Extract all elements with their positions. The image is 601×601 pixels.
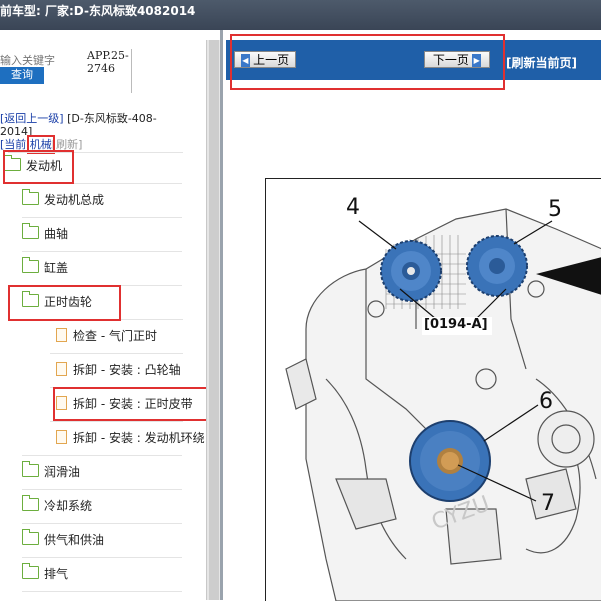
folder-icon	[22, 223, 39, 239]
sidebar-scrollbar[interactable]	[206, 40, 221, 600]
tree-item-label: 拆卸 - 安装 : 发动机环绕	[73, 431, 205, 445]
breadcrumb-year: 2014]	[0, 125, 33, 138]
engine-timing-diagram: 4 5 6 7 [0194-A] CYZU	[265, 178, 601, 601]
next-page-button[interactable]: 下一页 ▶	[424, 51, 490, 68]
tree-item-timing-gear[interactable]: 正时齿轮	[22, 285, 92, 319]
callout-6: 6	[539, 389, 553, 414]
tree-item-cooling[interactable]: 冷却系统	[22, 489, 92, 523]
folder-icon	[22, 529, 39, 545]
prev-page-button[interactable]: ◀ 上一页	[234, 51, 296, 68]
folder-icon	[22, 257, 39, 273]
tree-item-label: 缸盖	[44, 261, 69, 275]
tree-item-engine[interactable]: 发动机	[4, 149, 62, 183]
tree-item-timing-belt[interactable]: 拆卸 - 安装 : 正时皮带	[56, 387, 193, 421]
tree-item-engine-assembly[interactable]: 发动机总成	[22, 183, 104, 217]
window-title: 前车型: 厂家:D-东风标致4082014	[0, 4, 196, 18]
refresh-page-link[interactable]: [刷新当前页]	[506, 54, 577, 71]
callout-7: 7	[541, 491, 555, 516]
arrow-left-icon: ◀	[240, 54, 250, 68]
document-icon	[56, 396, 67, 410]
document-icon	[56, 362, 67, 376]
app-code-line1: APP.25-	[87, 49, 129, 62]
tree-item-camshaft[interactable]: 拆卸 - 安装 : 凸轮轴	[56, 353, 181, 387]
search-input[interactable]	[0, 53, 70, 67]
pane-divider[interactable]	[220, 30, 223, 600]
sidebar: 查询 APP.25- 2746 [返回上一级] [D-东风标致-408- 201…	[0, 40, 206, 600]
tree-item-label: 润滑油	[44, 465, 81, 479]
tree-item-check-valve-timing[interactable]: 检查 - 气门正时	[56, 319, 157, 353]
tree-item-label: 正时齿轮	[44, 295, 93, 309]
tree-item-label: 供气和供油	[44, 533, 105, 547]
breadcrumb: [返回上一级] [D-东风标致-408- 2014] [当前 机械[刷新]	[0, 112, 157, 154]
tree-item-label: 拆卸 - 安装 : 正时皮带	[73, 397, 193, 411]
tree-item-label: 发动机	[26, 159, 63, 173]
window-title-bar: 前车型: 厂家:D-东风标致4082014	[0, 0, 601, 30]
tree-item-label: 检查 - 气门正时	[73, 329, 157, 343]
app-code: APP.25- 2746	[87, 49, 132, 93]
diagram-ref-label: [0194-A]	[424, 317, 488, 332]
arrow-right-icon: ▶	[472, 54, 482, 68]
tree-item-label: 曲轴	[44, 227, 69, 241]
prev-page-label: 上一页	[253, 53, 290, 67]
page-nav-bar: ◀ 上一页 下一页 ▶ [刷新当前页]	[226, 40, 601, 80]
folder-icon	[22, 461, 39, 477]
back-link[interactable]: [返回上一级]	[0, 112, 64, 125]
document-icon	[56, 328, 67, 342]
breadcrumb-path: [D-东风标致-408-	[67, 112, 157, 125]
tree-item-exhaust[interactable]: 排气	[22, 557, 68, 591]
folder-icon	[22, 189, 39, 205]
folder-icon	[22, 495, 39, 511]
tree-item-lubrication[interactable]: 润滑油	[22, 455, 80, 489]
tree-item-air-fuel[interactable]: 供气和供油	[22, 523, 104, 557]
scrollbar-thumb[interactable]	[209, 40, 219, 600]
tree-item-label: 拆卸 - 安装 : 凸轮轴	[73, 363, 181, 377]
folder-open-icon	[4, 155, 21, 171]
tree-item-label: 发动机总成	[44, 193, 105, 207]
tree-item-cylinder-head[interactable]: 缸盖	[22, 251, 68, 285]
folder-open-icon	[22, 291, 39, 307]
tree-item-engine-surround[interactable]: 拆卸 - 安装 : 发动机环绕	[56, 421, 205, 455]
document-icon	[56, 430, 67, 444]
next-page-label: 下一页	[432, 53, 469, 67]
app-code-line2: 2746	[87, 62, 115, 75]
callout-5: 5	[548, 197, 562, 222]
callout-4: 4	[346, 195, 360, 220]
tree-item-crankshaft[interactable]: 曲轴	[22, 217, 68, 251]
search-button[interactable]: 查询	[0, 67, 44, 84]
tree-item-label: 冷却系统	[44, 499, 93, 513]
folder-icon	[22, 563, 39, 579]
tree-item-label: 排气	[44, 567, 69, 581]
